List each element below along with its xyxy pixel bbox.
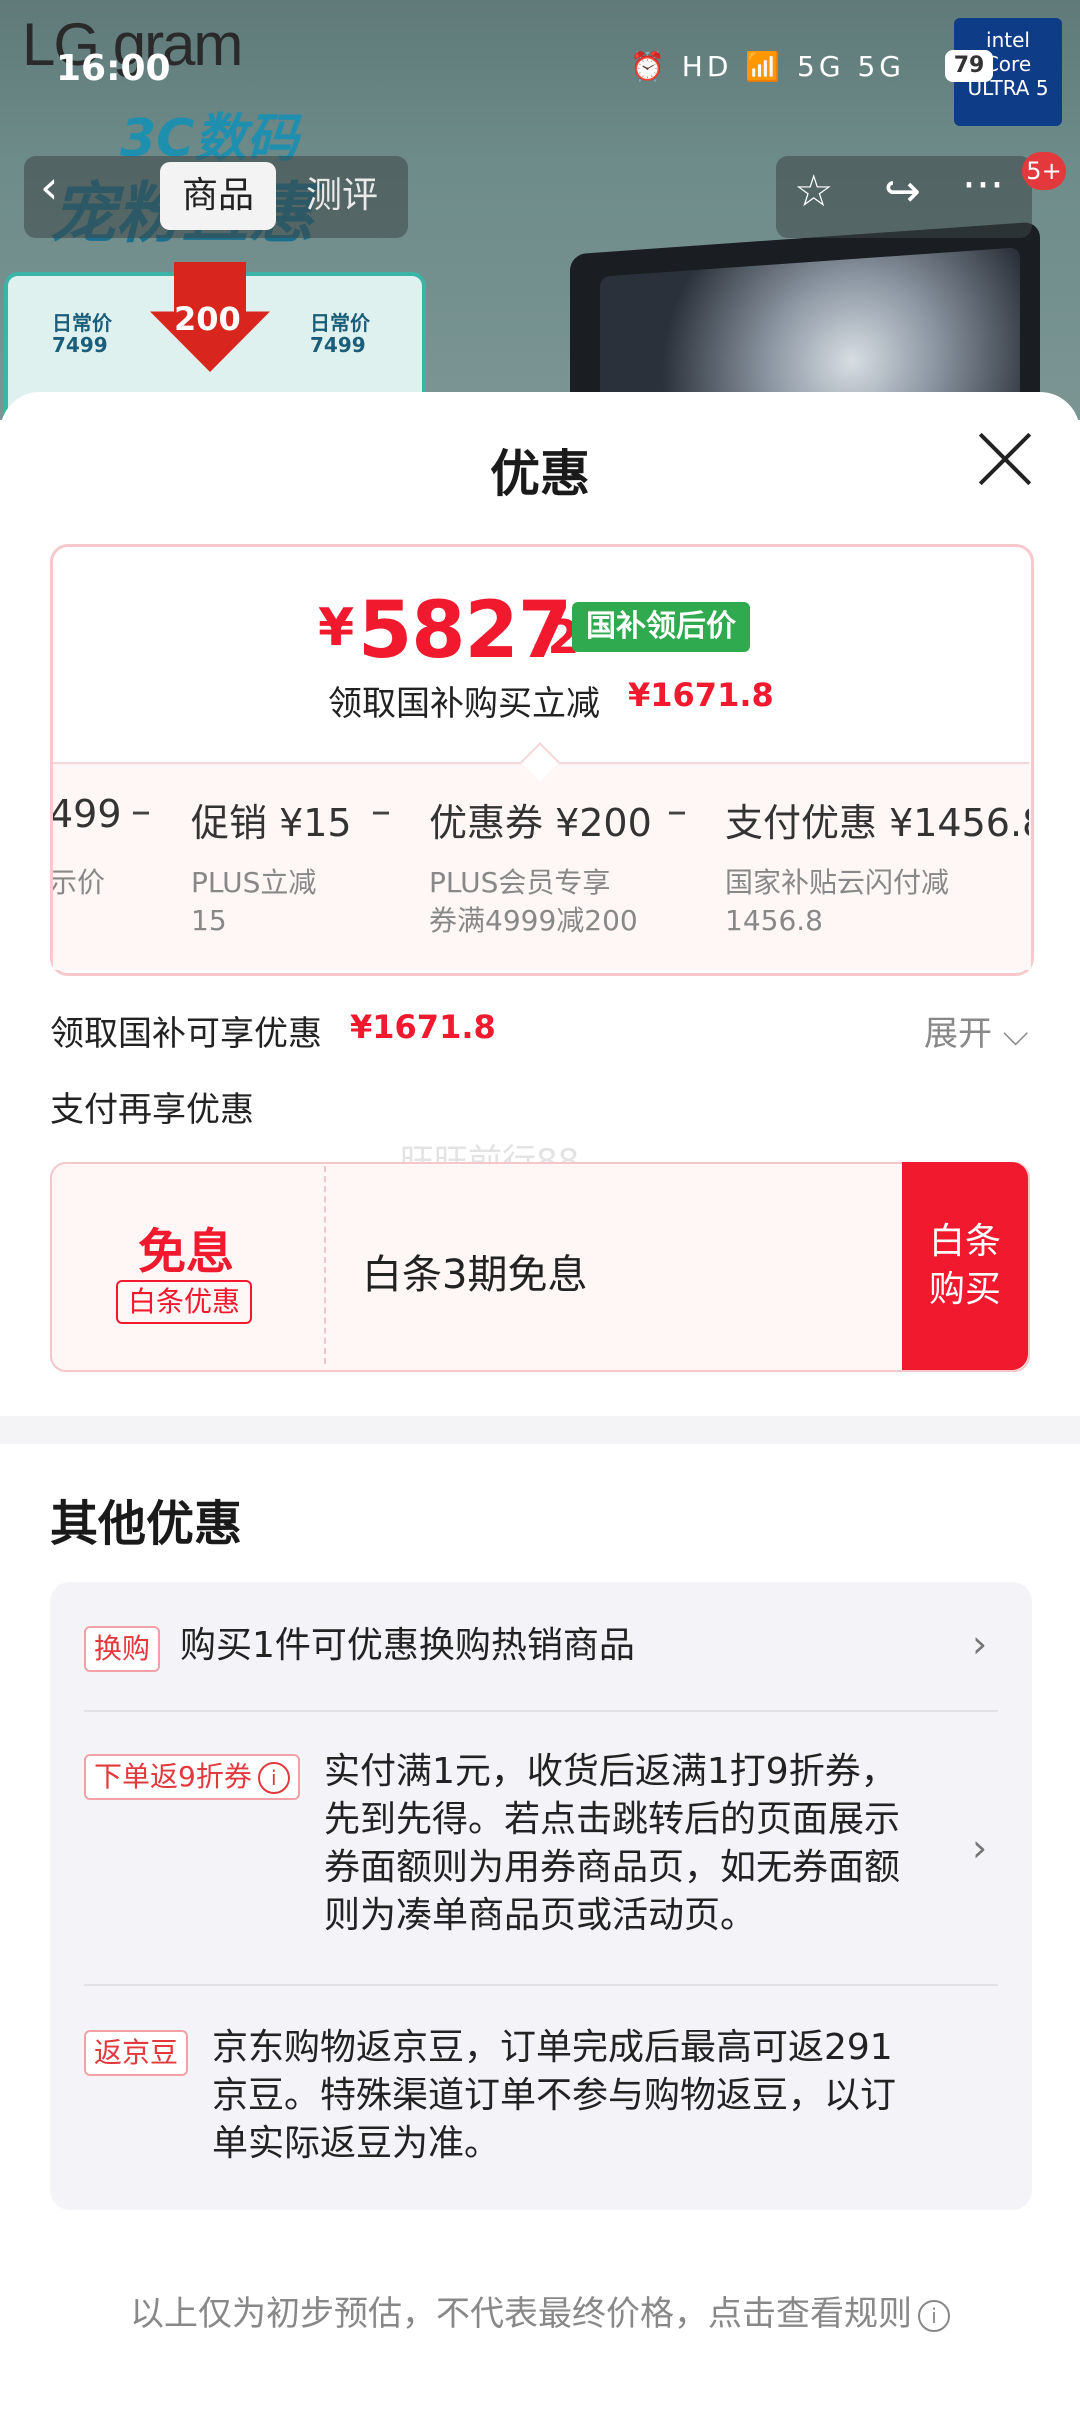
divider xyxy=(84,1984,998,1986)
subsidy-value: ¥1671.8 xyxy=(628,676,774,714)
status-icons: ⏰ HD 📶 5G 5G xyxy=(630,50,905,83)
breakdown-item-sub: 国家补贴云闪付减 1456.8 xyxy=(725,866,950,937)
footer-rules-link[interactable]: 以上仅为初步预估，不代表最终价格，点击查看规则 i xyxy=(0,2286,1080,2335)
back-arrow-icon[interactable]: ‹ xyxy=(40,160,58,214)
more-icon[interactable]: ··· xyxy=(962,160,1004,211)
breakdown-item-main: 499 xyxy=(53,792,122,836)
item-text: 实付满1元，收货后返满1打9折券，先到先得。若点击跳转后的页面展示券面额则为用券… xyxy=(324,1751,901,1936)
breakdown-item-main: 支付优惠 ¥1456.8 xyxy=(725,801,1029,845)
price-breakdown: 499 示价 – 促销 ¥15 PLUS立减 15 – 优惠券 ¥200 PLU… xyxy=(53,762,1029,962)
banner-drop-value: 200 xyxy=(174,300,241,338)
baitiao-text: 白条3期免息 xyxy=(362,1252,588,1298)
item-tag: 下单返9折券 i xyxy=(84,1754,300,1800)
section-gap xyxy=(0,1416,1080,1444)
baitiao-buy-label: 白条 购买 xyxy=(928,1221,1001,1310)
breakdown-item-main: 促销 ¥15 xyxy=(191,801,352,845)
gov-subsidy-value: ¥1671.8 xyxy=(350,1008,496,1046)
expand-button[interactable]: 展开 ⌵ xyxy=(924,1006,1029,1055)
star-icon[interactable]: ☆ xyxy=(794,166,833,217)
breakdown-item-sub: 示价 xyxy=(53,866,106,899)
chevron-right-icon: › xyxy=(972,1622,988,1666)
status-time: 16:00 xyxy=(56,48,171,89)
message-badge: 5+ xyxy=(1022,152,1066,190)
item-text: 京东购物返京豆，订单完成后最高可返291京豆。特殊渠道订单不参与购物返豆，以订单… xyxy=(212,2027,897,2164)
sheet-title: 优惠 xyxy=(490,445,590,503)
info-icon: i xyxy=(918,2299,950,2332)
chevron-right-icon: › xyxy=(972,1826,988,1870)
breakdown-item-main: 优惠券 ¥200 xyxy=(429,801,652,845)
tab-review[interactable]: 测评 xyxy=(284,162,400,230)
price-currency: ¥ xyxy=(318,598,355,658)
minus-sign: – xyxy=(371,788,391,834)
list-item[interactable]: 下单返9折券 i 实付满1元，收货后返满1打9折券，先到先得。若点击跳转后的页面展… xyxy=(84,1748,1044,1948)
price-tag-badge: 国补领后价 xyxy=(572,602,750,652)
item-tag-label: 下单返9折券 xyxy=(94,1760,252,1793)
minus-sign: – xyxy=(667,788,687,834)
subsidy-text: 领取国补购买立减 xyxy=(328,684,600,724)
breakdown-item-sub: PLUS立减 15 xyxy=(191,866,317,937)
tab-product[interactable]: 商品 xyxy=(160,162,277,230)
dashed-divider xyxy=(324,1166,326,1364)
minus-sign: – xyxy=(131,788,151,834)
banner-price-right: 日常价 7499 xyxy=(310,311,370,357)
item-tag: 返京豆 xyxy=(84,2030,189,2076)
item-tag: 换购 xyxy=(84,1626,161,1672)
breakdown-item-sub: PLUS会员专享 券满4999减200 xyxy=(429,866,638,937)
item-text: 购买1件可优惠换购热销商品 xyxy=(180,1625,635,1666)
pay-discount-label: 支付再享优惠 xyxy=(50,1090,254,1130)
close-icon[interactable] xyxy=(976,430,1034,488)
divider xyxy=(84,1710,998,1712)
gov-subsidy-label: 领取国补可享优惠 xyxy=(50,1014,322,1054)
footer-text: 以上仅为初步预估，不代表最终价格，点击查看规则 xyxy=(130,2294,912,2334)
info-icon[interactable]: i xyxy=(257,1762,290,1794)
battery-indicator: 79 xyxy=(945,50,993,82)
list-item: 返京豆 京东购物返京豆，订单完成后最高可返291京豆。特殊渠道订单不参与购物返豆… xyxy=(84,2024,1044,2174)
baitiao-title: 免息 xyxy=(138,1224,235,1280)
list-item[interactable]: 换购 购买1件可优惠换购热销商品 › xyxy=(84,1622,1044,1672)
baitiao-tag: 白条优惠 xyxy=(116,1280,253,1324)
banner-price-left: 日常价 7499 xyxy=(52,311,112,357)
baitiao-buy-button[interactable]: 白条 购买 xyxy=(902,1162,1028,1370)
other-discounts-title: 其他优惠 xyxy=(50,1496,243,1552)
share-icon[interactable]: ↪ xyxy=(884,166,921,217)
